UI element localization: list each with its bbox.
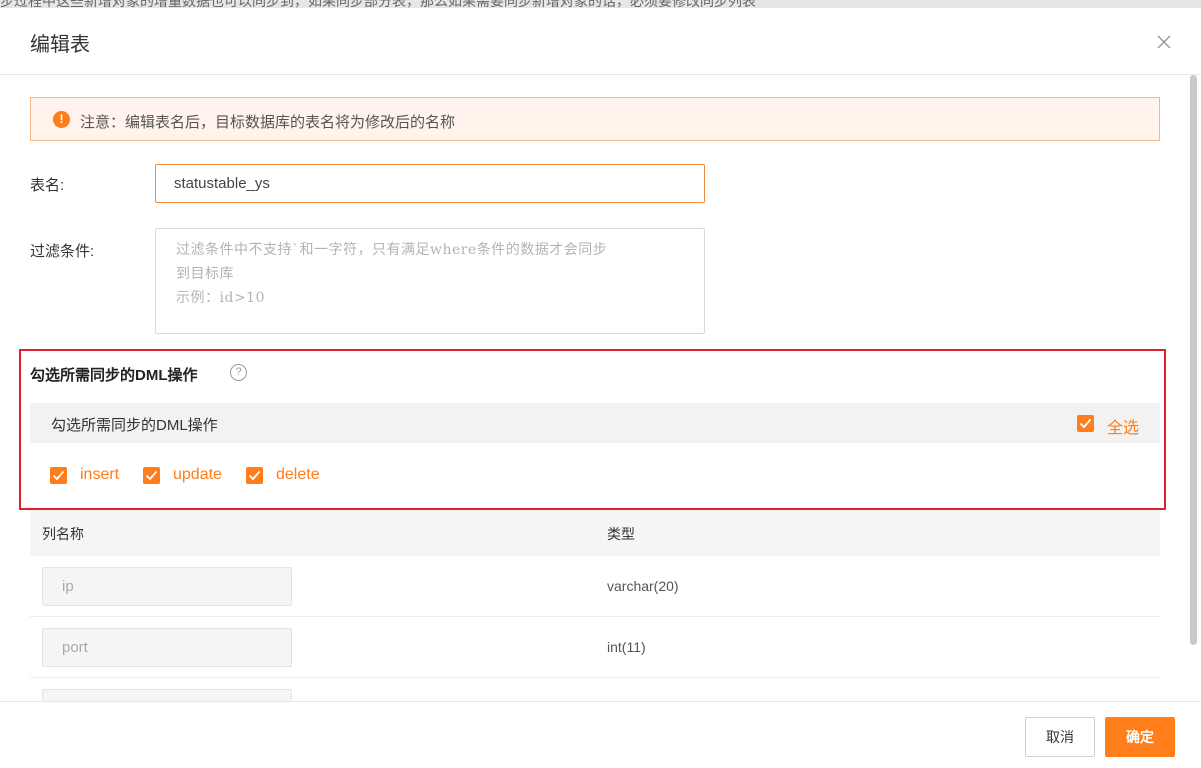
check-icon <box>1079 418 1092 429</box>
filter-textarea[interactable]: 过滤条件中不支持`和一字符，只有满足where条件的数据才会同步 到目标库 示例… <box>155 228 705 334</box>
update-label[interactable]: update <box>173 466 222 484</box>
dialog-scrollbar[interactable] <box>1190 75 1197 645</box>
dml-section-title: 勾选所需同步的DML操作 <box>30 367 198 384</box>
notice-banner: ! 注意：编辑表名后，目标数据库的表名将为修改后的名称 <box>30 97 1160 141</box>
select-all-checkbox[interactable] <box>1077 415 1094 432</box>
dialog-footer: 取消 确定 <box>0 701 1201 768</box>
delete-checkbox[interactable] <box>246 467 263 484</box>
table-row: ip varchar(20) <box>30 556 1160 617</box>
check-icon <box>52 470 65 481</box>
select-all-label[interactable]: 全选 <box>1107 414 1139 438</box>
column-name-input[interactable]: port <box>42 628 292 667</box>
insert-label[interactable]: insert <box>80 466 119 484</box>
dml-select-bar: 勾选所需同步的DML操作 全选 <box>30 403 1160 443</box>
background-page-strip: 步过程中这些新增对象的增量数据也可以同步到，如果同步部分表，那么如果需要同步新增… <box>0 0 1201 8</box>
dml-bar-label: 勾选所需同步的DML操作 <box>51 417 218 434</box>
column-name-header: 列名称 <box>42 526 84 542</box>
columns-table-header: 列名称 类型 <box>30 510 1160 556</box>
background-text: 步过程中这些新增对象的增量数据也可以同步到，如果同步部分表，那么如果需要同步新增… <box>0 0 756 8</box>
question-circle-icon[interactable]: ? <box>230 364 247 381</box>
dialog-title: 编辑表 <box>30 34 90 56</box>
column-name-input[interactable]: ip <box>42 567 292 606</box>
confirm-button[interactable]: 确定 <box>1105 717 1175 757</box>
cancel-button[interactable]: 取消 <box>1025 717 1095 757</box>
table-row: port int(11) <box>30 617 1160 678</box>
check-icon <box>248 470 261 481</box>
dialog-header: 编辑表 <box>0 8 1201 75</box>
check-icon <box>145 470 158 481</box>
filter-label: 过滤条件: <box>30 243 95 260</box>
update-checkbox[interactable] <box>143 467 160 484</box>
delete-label[interactable]: delete <box>276 466 320 484</box>
column-type: int(11) <box>607 639 646 655</box>
notice-text: 注意：编辑表名后，目标数据库的表名将为修改后的名称 <box>80 114 456 131</box>
table-name-label: 表名: <box>30 177 65 194</box>
insert-checkbox[interactable] <box>50 467 67 484</box>
table-name-input[interactable]: statustable_ys <box>155 164 705 203</box>
warning-icon: ! <box>53 111 70 128</box>
column-type: varchar(20) <box>607 578 679 594</box>
close-icon[interactable] <box>1152 30 1176 54</box>
edit-table-dialog: 编辑表 ! 注意：编辑表名后，目标数据库的表名将为修改后的名称 表名: stat… <box>0 8 1201 768</box>
column-type-header: 类型 <box>607 526 635 542</box>
